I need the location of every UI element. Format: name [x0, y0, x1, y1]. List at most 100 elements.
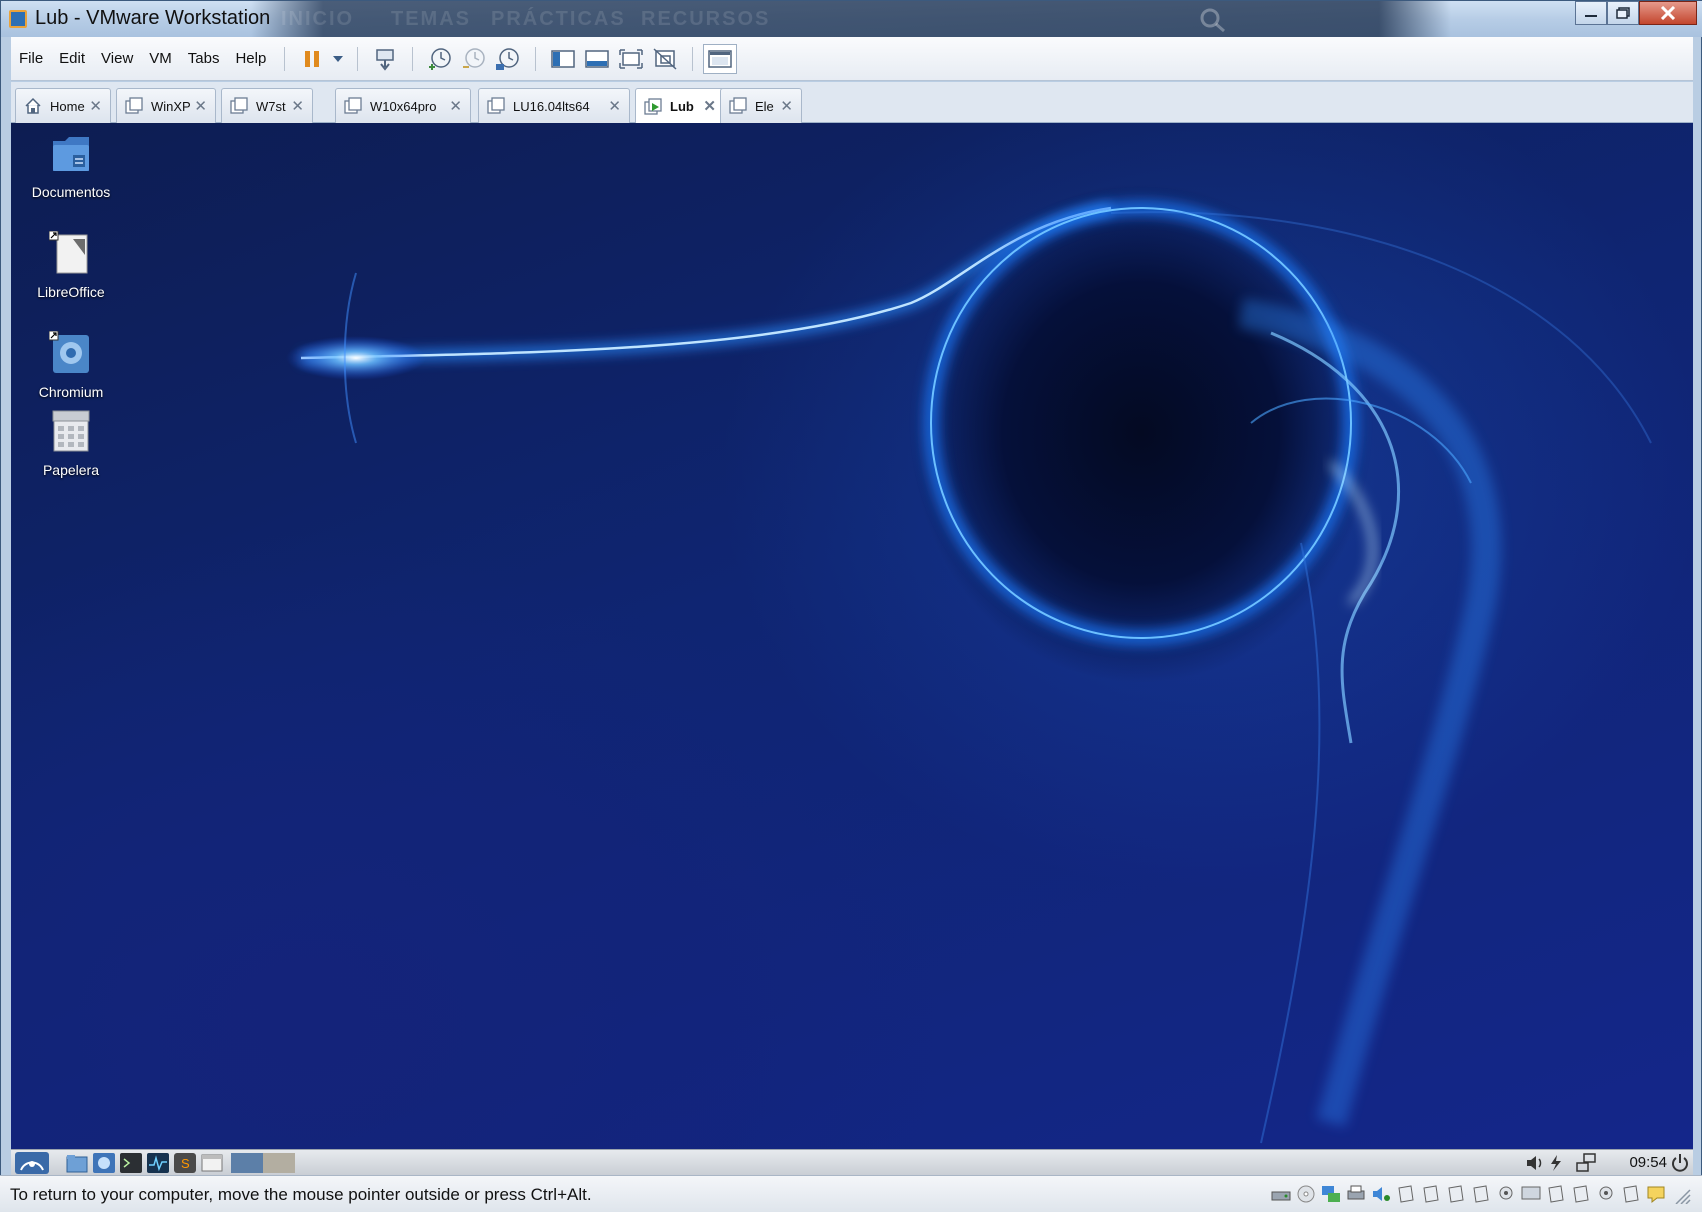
taskbar-clock[interactable]: 09:54 — [1629, 1154, 1667, 1171]
menu-view[interactable]: View — [93, 44, 141, 74]
resize-grip-icon[interactable] — [1670, 1184, 1692, 1204]
message-log-icon[interactable] — [1645, 1184, 1667, 1204]
console-view-icon — [708, 49, 733, 68]
close-icon[interactable]: ✕ — [449, 97, 462, 115]
tab-lub[interactable]: Lub ✕ — [635, 88, 725, 124]
close-button[interactable] — [1639, 1, 1697, 25]
browser-icon[interactable] — [93, 1152, 115, 1173]
tab-w10x64pro[interactable]: W10x64pro ✕ — [335, 88, 471, 123]
desktop-icon-libreoffice[interactable]: LibreOffice — [21, 230, 121, 300]
snapshot-clock-icon — [429, 47, 452, 70]
banner-ghost-text: INICIO — [281, 8, 355, 30]
desktop-icon-documentos[interactable]: Documentos — [21, 131, 121, 200]
power-icon[interactable] — [1671, 1153, 1689, 1173]
menu-vm[interactable]: VM — [141, 44, 180, 74]
show-library-button[interactable] — [546, 44, 580, 74]
banner-ghost-text: TEMAS — [391, 8, 471, 30]
tab-winxp[interactable]: WinXP ✕ — [116, 88, 216, 123]
printer-icon[interactable] — [1345, 1184, 1367, 1204]
toolbar-separator — [357, 46, 359, 71]
menu-tabs[interactable]: Tabs — [180, 44, 228, 74]
console-view-button[interactable] — [703, 43, 738, 74]
toolbar-separator — [412, 46, 414, 71]
usb-device-icon-1[interactable] — [1395, 1184, 1417, 1204]
volume-power-icons[interactable] — [1525, 1154, 1571, 1172]
desktop-icon-chromium[interactable]: Chromium — [21, 330, 121, 400]
usb-device-icon-6[interactable] — [1570, 1184, 1592, 1204]
vmware-app-icon — [9, 10, 27, 28]
guest-taskbar: S 09:54 — [11, 1149, 1693, 1175]
task-manager-icon[interactable] — [147, 1152, 169, 1173]
camera-icon[interactable] — [1595, 1184, 1617, 1204]
cd-dvd-icon[interactable] — [1295, 1184, 1317, 1204]
title-bar: INICIO TEMAS PRÁCTICAS RECURSOS Lub - VM… — [1, 1, 1702, 37]
unity-button[interactable] — [648, 44, 682, 74]
tab-lu16-04lts64[interactable]: LU16.04lts64 ✕ — [478, 88, 630, 123]
keyboard-send-icon — [376, 48, 395, 71]
workspace-2-button[interactable] — [263, 1152, 295, 1173]
full-screen-button[interactable] — [614, 44, 648, 74]
toolbar-separator — [535, 46, 537, 71]
minimize-button[interactable] — [1575, 1, 1607, 25]
vmware-window: INICIO TEMAS PRÁCTICAS RECURSOS Lub - VM… — [0, 0, 1702, 1212]
vm-tab-bar: Home ✕ WinXP ✕ W7st ✕ W10x64pro ✕ LU16.0… — [11, 82, 1693, 124]
svg-text:S: S — [181, 1156, 190, 1171]
tab-label: WinXP — [151, 98, 191, 114]
close-icon[interactable]: ✕ — [703, 97, 716, 115]
status-message: To return to your computer, move the mou… — [10, 1185, 592, 1204]
desktop-icon-papelera[interactable]: Papelera — [21, 409, 121, 478]
file-manager-icon[interactable] — [66, 1153, 88, 1173]
tab-home[interactable]: Home ✕ — [15, 88, 111, 123]
close-icon[interactable]: ✕ — [780, 97, 793, 115]
hard-disk-icon[interactable] — [1270, 1184, 1292, 1204]
trash-icon — [52, 410, 90, 452]
suspend-button[interactable] — [295, 44, 329, 74]
banner-ghost-text: PRÁCTICAS — [491, 8, 626, 30]
desktop-icon-label: Documentos — [31, 184, 111, 200]
chromium-icon — [48, 330, 89, 373]
close-icon[interactable]: ✕ — [291, 97, 304, 115]
revert-snapshot-button[interactable] — [457, 44, 491, 74]
fullscreen-icon — [619, 48, 644, 69]
usb-device-icon-5[interactable] — [1545, 1184, 1567, 1204]
snapshot-manager-button[interactable] — [491, 44, 525, 74]
menu-help[interactable]: Help — [227, 44, 274, 74]
close-icon[interactable]: ✕ — [608, 97, 621, 115]
start-menu-icon[interactable] — [15, 1151, 49, 1174]
network-adapter-icon[interactable] — [1320, 1184, 1342, 1204]
usb-device-icon-3[interactable] — [1445, 1184, 1467, 1204]
tab-w7st[interactable]: W7st ✕ — [221, 88, 313, 123]
usb-device-icon-2[interactable] — [1420, 1184, 1442, 1204]
close-icon — [1660, 6, 1676, 20]
usb-device-icon-4[interactable] — [1470, 1184, 1492, 1204]
power-dropdown-button[interactable] — [329, 44, 347, 74]
desktop-icon-label: Papelera — [42, 462, 100, 478]
menu-file[interactable]: File — [11, 44, 51, 74]
network-icon[interactable] — [1575, 1153, 1597, 1173]
menu-edit[interactable]: Edit — [51, 44, 93, 74]
workspace-1-button[interactable] — [231, 1152, 263, 1173]
desktop-icon-label: LibreOffice — [37, 284, 105, 300]
display-icon[interactable] — [1520, 1184, 1542, 1204]
terminal-icon[interactable] — [120, 1152, 142, 1173]
take-snapshot-button[interactable] — [423, 44, 457, 74]
sublime-text-icon[interactable]: S — [174, 1152, 196, 1173]
maximize-button[interactable] — [1607, 1, 1639, 25]
window-icon[interactable] — [201, 1153, 223, 1173]
send-ctrl-alt-del-button[interactable] — [368, 44, 402, 74]
unity-icon — [653, 47, 677, 70]
close-icon[interactable]: ✕ — [194, 97, 207, 115]
sound-card-icon[interactable] — [1370, 1184, 1392, 1204]
toolbar-separator — [692, 46, 694, 71]
close-icon[interactable]: ✕ — [89, 97, 102, 115]
tab-ele[interactable]: Ele ✕ — [720, 88, 802, 123]
document-icon — [48, 230, 88, 274]
usb-device-icon-7[interactable] — [1620, 1184, 1642, 1204]
desktop-icon-label: Chromium — [38, 384, 104, 400]
wallpaper-art — [286, 200, 1652, 1144]
webcam-icon[interactable] — [1495, 1184, 1517, 1204]
vm-display[interactable]: Documentos LibreOffice Chromium Papelera — [11, 123, 1693, 1149]
show-thumbnail-bar-button[interactable] — [580, 44, 614, 74]
minimize-icon — [1585, 15, 1597, 17]
device-icons — [1267, 1184, 1692, 1204]
